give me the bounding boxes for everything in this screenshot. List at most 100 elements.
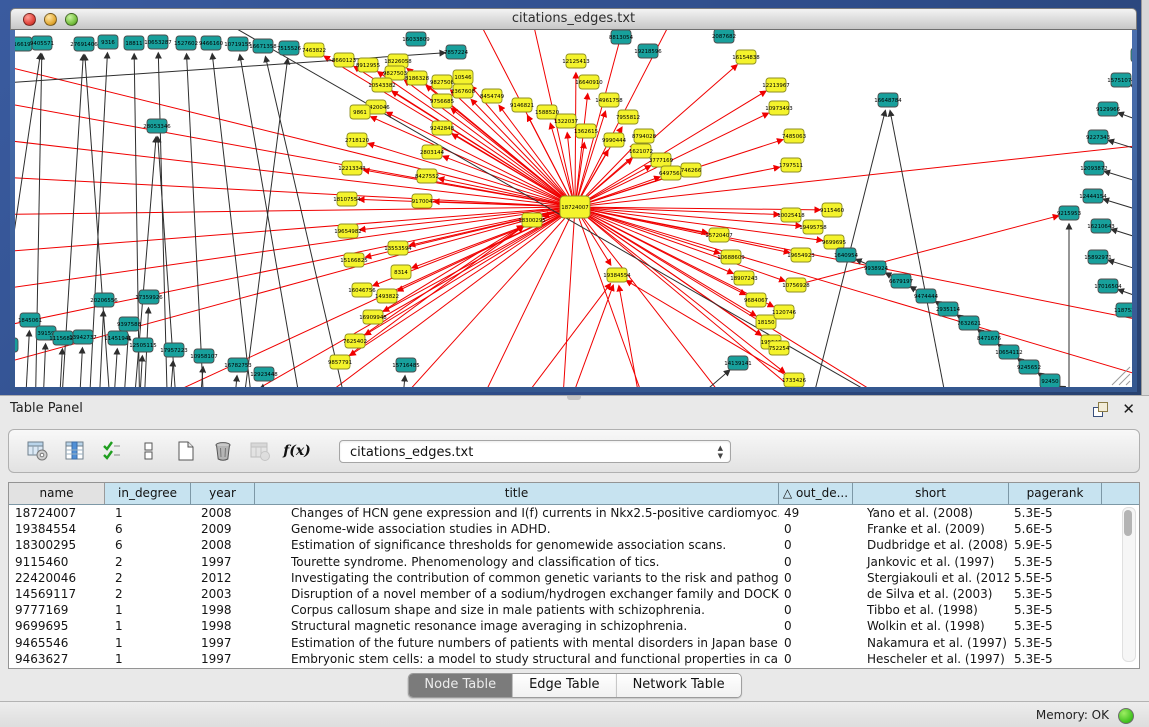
table-row[interactable]: 1872400712008Changes of HCN gene express… <box>9 505 1139 521</box>
table-cell: 6 <box>105 537 191 553</box>
graph-node-label: 16671358 <box>249 44 277 50</box>
resize-grip-icon[interactable] <box>1126 381 1130 385</box>
network-window-titlebar[interactable]: citations_edges.txt <box>10 8 1137 30</box>
graph-node-label: 2087682 <box>712 34 736 40</box>
table-selector-dropdown[interactable]: citations_edges.txt ▲▼ <box>339 440 731 463</box>
graph-node-label: 18907243 <box>730 276 757 282</box>
memory-status-icon[interactable] <box>1118 708 1134 724</box>
network-canvas[interactable]: 1830029519384554187240078660123891295518… <box>15 30 1132 387</box>
table-cell: 18300295 <box>9 537 105 553</box>
table-scrollbar-thumb[interactable] <box>1124 510 1132 536</box>
graph-node-label: 16640910 <box>575 80 603 86</box>
graph-node-label: 9756685 <box>430 99 454 105</box>
graph-node-label: 7955812 <box>616 115 640 121</box>
table-cell: 5.3E-5 <box>1009 618 1102 634</box>
table-selector-value: citations_edges.txt <box>350 445 473 460</box>
memory-status-label: Memory: OK <box>1036 702 1109 727</box>
graph-node-label: 16619 <box>15 42 31 48</box>
table-settings-icon[interactable] <box>27 440 49 462</box>
table-cell: 9463627 <box>9 651 105 667</box>
graph-edge <box>1111 229 1132 246</box>
column-header-name[interactable]: name <box>9 483 105 504</box>
graph-node-label: 16154838 <box>732 55 760 61</box>
column-header-pagerank[interactable]: pagerank <box>1009 483 1102 504</box>
table-cell: 0 <box>779 651 853 667</box>
column-header-short[interactable]: short <box>853 483 1009 504</box>
close-panel-icon[interactable]: ✕ <box>1122 402 1135 417</box>
graph-node-label: 1845061 <box>18 318 42 324</box>
graph-node-label: 917004 <box>412 199 433 205</box>
column-header-year[interactable]: year <box>191 483 255 504</box>
graph-node-label: 12505115 <box>129 343 156 349</box>
select-rows-icon[interactable] <box>101 440 123 462</box>
table-cell: 2 <box>105 554 191 570</box>
table-cell: 9115460 <box>9 554 105 570</box>
table-row[interactable]: 1938455462009Genome-wide association stu… <box>9 521 1139 537</box>
graph-edge <box>240 59 288 387</box>
graph-node-label: 10654112 <box>995 350 1022 356</box>
graph-node-label: 10958107 <box>190 354 217 360</box>
table-cell: 1997 <box>191 554 255 570</box>
tab-node-table[interactable]: Node Table <box>408 674 513 697</box>
graph-node-label: 2367608 <box>451 89 476 95</box>
table-cell: 14569117 <box>9 586 105 602</box>
graph-edge <box>371 117 575 207</box>
table-cell: 2012 <box>191 570 255 586</box>
node-table: name in_degree year title △ out_de... sh… <box>8 482 1140 669</box>
table-scrollbar[interactable] <box>1122 507 1136 662</box>
graph-node-label: 1120746 <box>772 310 797 316</box>
table-cell: 2008 <box>191 505 255 521</box>
table-row[interactable]: 977716911998Corpus callosum shape and si… <box>9 602 1139 618</box>
float-panel-icon[interactable] <box>1093 402 1108 417</box>
table-row[interactable]: 1830029562008Estimation of significance … <box>9 537 1139 553</box>
table-cell: 19384554 <box>9 521 105 537</box>
graph-node-label: 14139141 <box>724 361 751 367</box>
graph-node-label: 19218596 <box>634 49 662 55</box>
graph-node-label: 3777169 <box>649 158 674 164</box>
column-header-title[interactable]: title <box>255 483 779 504</box>
graph-node-label: 6679197 <box>889 279 913 285</box>
graph-node-label: 13942737 <box>69 335 96 341</box>
graph-edge <box>58 349 62 387</box>
graph-node-label: 1733426 <box>782 378 807 384</box>
table-cell: 5.3E-5 <box>1009 505 1102 521</box>
graph-node-label: 19654982 <box>334 229 361 235</box>
table-row[interactable]: 969969511998Structural magnetic resonanc… <box>9 618 1139 634</box>
column-visibility-icon[interactable] <box>64 440 86 462</box>
tab-edge-table[interactable]: Edge Table <box>513 674 616 697</box>
table-row[interactable]: 946554611997Estimation of the future num… <box>9 635 1139 651</box>
graph-node-label: 9242848 <box>430 126 455 132</box>
graph-node-label: 10756928 <box>782 283 810 289</box>
table-cell: 0 <box>779 570 853 586</box>
graph-node-label: 19654923 <box>787 253 814 259</box>
graph-node-label: 17359926 <box>135 295 163 301</box>
graph-node[interactable] <box>15 338 18 352</box>
table-row[interactable]: 946362711997Embryonic stem cells: a mode… <box>9 651 1139 667</box>
table-row[interactable]: 1456911722003Disruption of a novel membe… <box>9 586 1139 602</box>
graph-node-label: 9684067 <box>744 298 768 304</box>
graph-node-label: 752254 <box>769 346 790 352</box>
graph-edge <box>15 207 575 375</box>
new-document-icon[interactable] <box>175 440 197 462</box>
table-row[interactable]: 2242004622012Investigating the contribut… <box>9 570 1139 586</box>
table-cell: Hescheler et al. (1997) <box>853 651 1009 667</box>
table-cell: Corpus callosum shape and size in male p… <box>255 602 779 618</box>
table-cell: 1997 <box>191 635 255 651</box>
function-builder-icon[interactable]: f(x) <box>286 440 308 462</box>
table-cell: 9699695 <box>9 618 105 634</box>
graph-node-label: 8794028 <box>632 134 657 140</box>
split-pane-handle[interactable] <box>567 396 581 400</box>
rows-icon[interactable] <box>138 440 160 462</box>
tab-network-table[interactable]: Network Table <box>617 674 741 697</box>
table-type-tabs: Node TableEdge TableNetwork Table <box>407 673 741 698</box>
trash-icon[interactable] <box>212 440 234 462</box>
table-cell: 0 <box>779 537 853 553</box>
graph-node[interactable] <box>1131 48 1132 62</box>
graph-node-label: 9405571 <box>30 41 54 47</box>
column-header-in-degree[interactable]: in_degree <box>105 483 191 504</box>
table-row[interactable]: 911546021997Tourette syndrome. Phenomeno… <box>9 554 1139 570</box>
column-header-out-degree-sorted[interactable]: △ out_de... <box>779 483 853 504</box>
import-table-icon[interactable] <box>249 440 271 462</box>
graph-edge <box>1105 171 1132 190</box>
graph-edge <box>1131 85 1132 102</box>
